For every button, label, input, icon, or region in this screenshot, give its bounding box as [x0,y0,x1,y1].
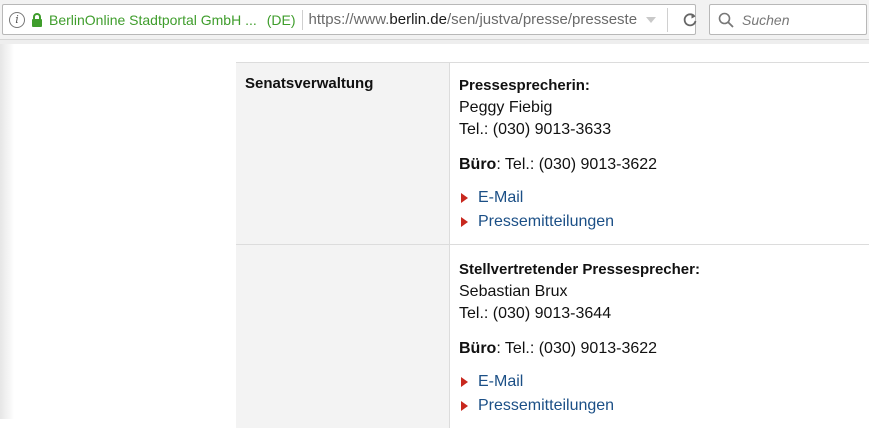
contact-cell: Pressesprecherin: Peggy Fiebig Tel.: (03… [450,63,869,245]
table-row: Stellvertretender Pressesprecher: Sebast… [236,245,869,428]
site-identity[interactable]: BerlinOnline Stadtportal GmbH ... [49,12,257,28]
chevron-down-icon[interactable] [645,15,657,25]
address-bar[interactable]: i BerlinOnline Stadtportal GmbH ... (DE)… [2,4,696,35]
department-cell: Senatsverwaltung [236,63,450,245]
contact-phone: Tel.: (030) 9013-3644 [459,303,867,325]
contact-name: Peggy Fiebig [459,97,867,119]
url-text[interactable]: https://www.berlin.de/sen/justva/presse/… [309,11,639,28]
office-label: Büro [459,156,496,173]
arrow-right-icon [461,377,468,387]
contact-cell: Stellvertretender Pressesprecher: Sebast… [450,245,869,428]
office-line: Büro: Tel.: (030) 9013-3622 [459,154,867,176]
press-releases-link[interactable]: Pressemitteilungen [478,395,614,417]
url-divider [302,10,303,30]
page-left-shadow [0,44,14,419]
arrow-right-icon [461,401,468,411]
press-releases-link[interactable]: Pressemitteilungen [478,211,614,233]
contact-role: Pressesprecherin: [459,75,867,97]
search-bar[interactable]: Suchen [709,4,867,35]
search-placeholder: Suchen [742,12,789,28]
contact-links: E-Mail Pressemitteilungen [459,370,867,418]
press-contact-table: Senatsverwaltung Pressesprecherin: Peggy… [236,62,869,428]
page-top-strip [0,40,869,44]
department-label: Senatsverwaltung [236,63,449,104]
url-prefix: https://www. [309,11,390,28]
contact-name: Sebastian Brux [459,281,867,303]
reload-icon[interactable] [682,12,698,28]
list-item: E-Mail [459,370,867,394]
site-country: (DE) [267,12,296,28]
email-link[interactable]: E-Mail [478,187,523,209]
url-end-divider [667,8,668,32]
office-phone: : Tel.: (030) 9013-3622 [496,340,657,357]
email-link[interactable]: E-Mail [478,371,523,393]
contact-links: E-Mail Pressemitteilungen [459,186,867,234]
contact-phone: Tel.: (030) 9013-3633 [459,119,867,141]
search-icon [718,12,734,28]
list-item: E-Mail [459,186,867,210]
url-path: /sen/justva/presse/pressestе [447,11,637,28]
list-item: Pressemitteilungen [459,394,867,418]
url-host: berlin.de [389,11,447,28]
browser-toolbar: i BerlinOnline Stadtportal GmbH ... (DE)… [0,0,869,40]
lock-icon[interactable] [31,13,43,27]
list-item: Pressemitteilungen [459,210,867,234]
info-icon[interactable]: i [9,12,25,28]
arrow-right-icon [461,217,468,227]
office-line: Büro: Tel.: (030) 9013-3622 [459,338,867,360]
department-cell-empty [236,245,450,428]
table-row: Senatsverwaltung Pressesprecherin: Peggy… [236,63,869,245]
contact-role: Stellvertretender Pressesprecher: [459,259,867,281]
office-phone: : Tel.: (030) 9013-3622 [496,156,657,173]
office-label: Büro [459,340,496,357]
arrow-right-icon [461,193,468,203]
